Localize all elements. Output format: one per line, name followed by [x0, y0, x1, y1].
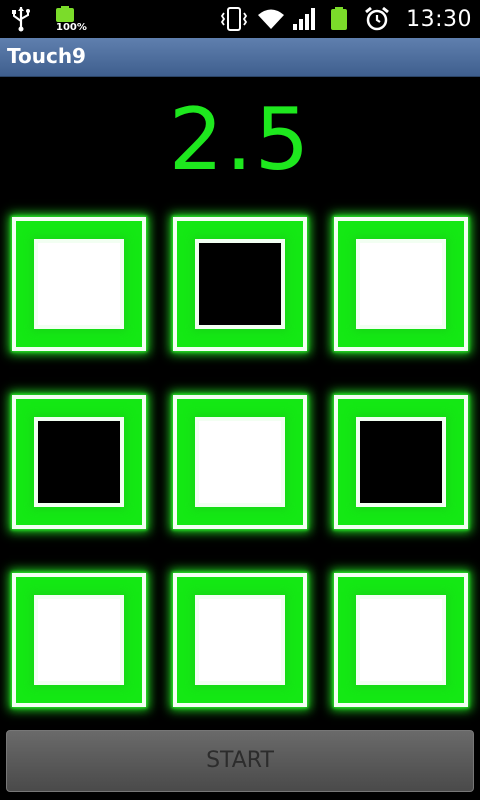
game-tile-center — [195, 595, 285, 685]
vibrate-icon — [220, 6, 248, 32]
game-tile-center — [195, 239, 285, 329]
game-tile-7[interactable] — [12, 573, 146, 707]
status-bar: 100% 13:30 — [0, 0, 480, 38]
status-left-icons: 100% — [10, 6, 87, 33]
start-button[interactable]: START — [6, 730, 474, 792]
game-tile-8[interactable] — [173, 573, 307, 707]
score-display: 2.5 — [168, 90, 312, 190]
game-tile-3[interactable] — [334, 217, 468, 351]
game-tile-center — [356, 417, 446, 507]
app-title: Touch9 — [7, 44, 86, 68]
game-tile-center — [34, 595, 124, 685]
usb-icon — [10, 6, 36, 32]
game-tile-5[interactable] — [173, 395, 307, 529]
status-clock: 13:30 — [406, 6, 472, 32]
signal-icon — [292, 6, 318, 32]
game-tile-center — [356, 239, 446, 329]
alarm-icon — [364, 6, 390, 32]
game-tile-center — [34, 417, 124, 507]
tile-grid — [12, 217, 468, 707]
game-tile-center — [356, 595, 446, 685]
wifi-icon — [256, 6, 285, 32]
status-right-icons: 13:30 — [220, 6, 472, 32]
game-tile-center — [195, 417, 285, 507]
game-tile-1[interactable] — [12, 217, 146, 351]
game-tile-4[interactable] — [12, 395, 146, 529]
game-tile-center — [34, 239, 124, 329]
battery-icon — [328, 6, 354, 32]
game-tile-9[interactable] — [334, 573, 468, 707]
game-tile-6[interactable] — [334, 395, 468, 529]
battery-percent-label: 100% — [56, 22, 87, 33]
game-tile-2[interactable] — [173, 217, 307, 351]
title-bar: Touch9 — [0, 38, 480, 77]
battery-icon: 100% — [54, 6, 87, 33]
